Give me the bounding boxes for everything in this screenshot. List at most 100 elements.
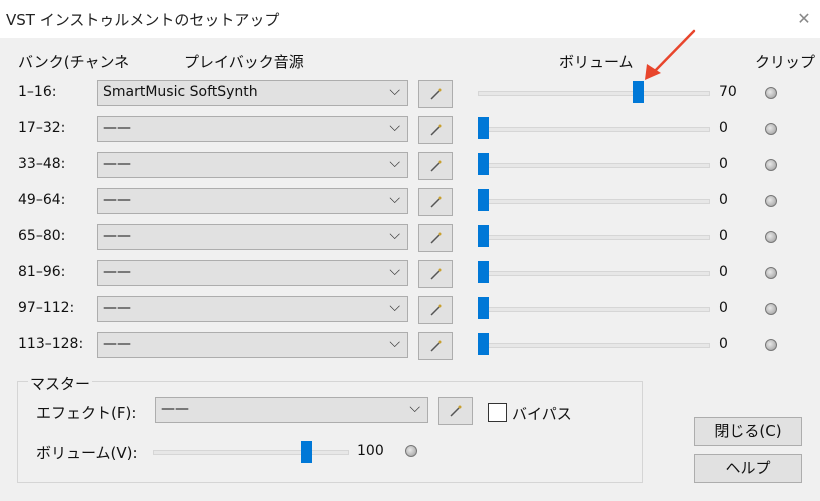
effect-edit-button[interactable] [438, 397, 473, 425]
volume-value: 0 [719, 228, 728, 244]
edit-instrument-button[interactable] [418, 188, 453, 216]
edit-instrument-button[interactable] [418, 224, 453, 252]
close-button[interactable]: 閉じる(C) [694, 417, 802, 446]
bank-row: 97–112: —— ⌵ 0 [0, 295, 820, 325]
wand-icon [430, 88, 442, 100]
title-bar: VST インストゥルメントのセットアップ ✕ [0, 0, 820, 38]
bank-row: 65–80: —— ⌵ 0 [0, 223, 820, 253]
playback-source-value: —— [103, 300, 131, 316]
edit-instrument-button[interactable] [418, 152, 453, 180]
master-volume-thumb[interactable] [301, 441, 312, 463]
volume-value: 0 [719, 336, 728, 352]
master-volume-track[interactable] [153, 450, 349, 455]
bank-row: 113–128: —— ⌵ 0 [0, 331, 820, 361]
volume-slider-track[interactable] [478, 307, 710, 312]
volume-value: 70 [719, 84, 737, 100]
wand-icon [430, 232, 442, 244]
wand-icon [430, 160, 442, 172]
playback-source-select[interactable]: —— ⌵ [97, 152, 408, 178]
bank-range-label: 1–16: [18, 84, 57, 100]
clip-indicator-icon [765, 159, 777, 171]
playback-source-select[interactable]: —— ⌵ [97, 296, 408, 322]
source-column-header: プレイバック音源 [184, 53, 304, 71]
volume-value: 0 [719, 120, 728, 136]
chevron-down-icon: ⌵ [409, 400, 420, 416]
wand-icon [430, 124, 442, 136]
chevron-down-icon: ⌵ [389, 335, 400, 351]
volume-slider-track[interactable] [478, 91, 710, 96]
chevron-down-icon: ⌵ [389, 119, 400, 135]
wand-icon [430, 268, 442, 280]
volume-slider-thumb[interactable] [478, 333, 489, 355]
playback-source-select[interactable]: SmartMusic SoftSynth ⌵ [97, 80, 408, 106]
playback-source-value: SmartMusic SoftSynth [103, 84, 258, 100]
help-button[interactable]: ヘルプ [694, 454, 802, 483]
effect-label: エフェクト(F): [36, 404, 137, 422]
clip-column-header: クリップ [755, 53, 816, 71]
window-title: VST インストゥルメントのセットアップ [6, 11, 280, 29]
playback-source-value: —— [103, 120, 131, 136]
volume-value: 0 [719, 156, 728, 172]
volume-slider-track[interactable] [478, 235, 710, 240]
close-icon[interactable]: ✕ [794, 9, 814, 29]
vst-setup-dialog: バンク(チャンネ プレイバック音源 ボリューム クリップ 1–16: SmartM… [0, 38, 820, 501]
edit-instrument-button[interactable] [418, 332, 453, 360]
clip-indicator-icon [765, 123, 777, 135]
edit-instrument-button[interactable] [418, 296, 453, 324]
playback-source-select[interactable]: —— ⌵ [97, 224, 408, 250]
volume-slider-thumb[interactable] [478, 117, 489, 139]
bank-range-label: 17–32: [18, 120, 66, 136]
chevron-down-icon: ⌵ [389, 227, 400, 243]
effect-select[interactable]: —— ⌵ [155, 397, 428, 423]
volume-slider-track[interactable] [478, 163, 710, 168]
volume-slider-track[interactable] [478, 271, 710, 276]
wand-icon [430, 340, 442, 352]
volume-slider-thumb[interactable] [478, 297, 489, 319]
clip-indicator-icon [765, 267, 777, 279]
wand-icon [430, 196, 442, 208]
bank-range-label: 65–80: [18, 228, 66, 244]
edit-instrument-button[interactable] [418, 260, 453, 288]
volume-value: 0 [719, 192, 728, 208]
playback-source-select[interactable]: —— ⌵ [97, 188, 408, 214]
effect-select-value: —— [161, 401, 189, 417]
playback-source-value: —— [103, 156, 131, 172]
volume-slider-track[interactable] [478, 199, 710, 204]
bank-row: 49–64: —— ⌵ 0 [0, 187, 820, 217]
playback-source-select[interactable]: —— ⌵ [97, 332, 408, 358]
volume-value: 0 [719, 264, 728, 280]
bank-row: 81–96: —— ⌵ 0 [0, 259, 820, 289]
playback-source-select[interactable]: —— ⌵ [97, 116, 408, 142]
playback-source-value: —— [103, 192, 131, 208]
bank-row: 1–16: SmartMusic SoftSynth ⌵ 70 [0, 79, 820, 109]
bank-range-label: 49–64: [18, 192, 66, 208]
playback-source-select[interactable]: —— ⌵ [97, 260, 408, 286]
master-volume-value: 100 [357, 443, 384, 459]
playback-source-value: —— [103, 264, 131, 280]
bank-row: 33–48: —— ⌵ 0 [0, 151, 820, 181]
master-volume-label: ボリューム(V): [36, 444, 138, 462]
volume-slider-thumb[interactable] [478, 261, 489, 283]
clip-indicator-icon [765, 87, 777, 99]
chevron-down-icon: ⌵ [389, 155, 400, 171]
bypass-checkbox[interactable] [488, 403, 507, 422]
bank-range-label: 33–48: [18, 156, 66, 172]
volume-slider-thumb[interactable] [633, 81, 644, 103]
volume-column-header: ボリューム [559, 53, 634, 71]
bypass-label[interactable]: バイパス [512, 403, 572, 424]
clip-indicator-icon [765, 339, 777, 351]
volume-slider-thumb[interactable] [478, 153, 489, 175]
edit-instrument-button[interactable] [418, 116, 453, 144]
volume-slider-thumb[interactable] [478, 189, 489, 211]
volume-slider-thumb[interactable] [478, 225, 489, 247]
edit-instrument-button[interactable] [418, 80, 453, 108]
wand-icon [450, 405, 462, 417]
volume-slider-track[interactable] [478, 127, 710, 132]
chevron-down-icon: ⌵ [389, 263, 400, 279]
chevron-down-icon: ⌵ [389, 299, 400, 315]
volume-slider-track[interactable] [478, 343, 710, 348]
bank-range-label: 81–96: [18, 264, 66, 280]
wand-icon [430, 304, 442, 316]
master-group-title: マスター [28, 373, 93, 394]
bank-column-header: バンク(チャンネ [18, 53, 130, 71]
